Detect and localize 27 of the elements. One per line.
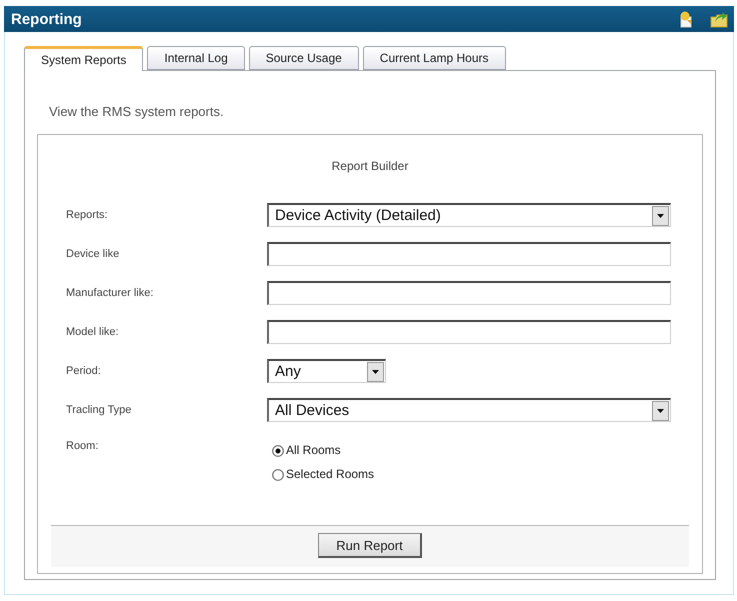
dropdown-field[interactable]: Device Activity (Detailed)	[267, 203, 671, 227]
field-label: Manufacturer like:	[66, 287, 154, 299]
dropdown-field[interactable]: Any	[267, 359, 386, 383]
tab[interactable]: System Reports	[24, 46, 144, 71]
tab[interactable]: Internal Log	[147, 46, 245, 70]
input-field[interactable]	[267, 281, 671, 305]
tab[interactable]: Current Lamp Hours	[362, 46, 506, 70]
radio-button[interactable]	[272, 469, 284, 481]
radio-label[interactable]: Selected Rooms	[286, 461, 374, 481]
folder-arrow-icon[interactable]	[710, 10, 728, 28]
field-label: Tracling Type	[66, 404, 132, 416]
field-label: Model like:	[66, 326, 120, 338]
input-field[interactable]	[267, 242, 671, 266]
tab[interactable]: Source Usage	[248, 46, 359, 70]
radio-button[interactable]	[272, 445, 284, 457]
description-text: View the RMS system reports.	[49, 104, 225, 120]
field-label: Period:	[66, 365, 102, 377]
document-badge-icon[interactable]	[678, 10, 694, 28]
field-label: Device like	[66, 248, 120, 260]
input-field[interactable]	[267, 320, 671, 344]
window-title: Reporting	[11, 10, 82, 28]
dropdown-field[interactable]: All Devices	[267, 398, 671, 422]
field-label: Room:	[66, 440, 100, 452]
field-label: Reports:	[66, 209, 109, 221]
run-report-button[interactable]: Run Report	[318, 533, 422, 558]
panel-title: Report Builder	[332, 159, 408, 173]
radio-label[interactable]: All Rooms	[286, 437, 341, 457]
